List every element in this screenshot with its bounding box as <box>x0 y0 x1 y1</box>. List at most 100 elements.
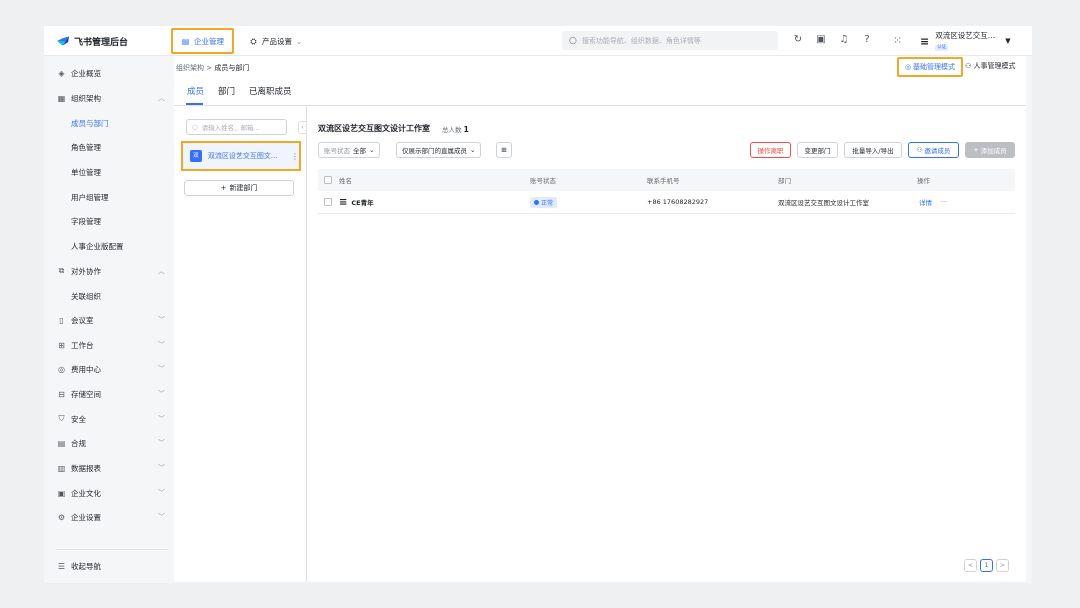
sidebar-item-units[interactable]: 单位管理 <box>71 165 101 179</box>
department-avatar: 双 <box>190 150 202 162</box>
door-icon: ▯ <box>59 315 64 325</box>
plus-icon: + <box>973 146 979 154</box>
breadcrumb-parent[interactable]: 组织架构 <box>176 64 204 72</box>
new-department-button[interactable]: + 新建部门 <box>184 180 294 196</box>
chevron-down-icon: ﹀ <box>158 341 165 349</box>
nav-enterprise-management[interactable]: ▤ 企业管理 <box>171 28 234 54</box>
department-search-input[interactable]: ○ 请输入姓名、邮箱... <box>186 119 287 135</box>
admin-window: 飞书管理后台 ▤ 企业管理 ⛭ 产品设置 ⌄ ○ 搜索功能导航、组织数据、角色详… <box>44 26 1032 583</box>
chevron-down-icon: ⌄ <box>296 36 303 46</box>
overview-icon: ◈ <box>58 68 65 78</box>
org-avatar-icon: ≡ <box>920 34 930 48</box>
department-tree-item-selected[interactable]: 双 双流区设艺交互图文... ⋮ <box>181 141 301 171</box>
header-actions: 操作 <box>917 177 930 185</box>
sidebar-item-external[interactable]: ⧉ 对外协作 ︿ <box>57 264 165 278</box>
global-search-input[interactable]: ○ 搜索功能导航、组织数据、角色详情等 <box>562 31 778 50</box>
prev-page-button[interactable]: < <box>964 559 977 572</box>
check-circle-icon <box>534 199 539 205</box>
add-member-button[interactable]: + 添加成员 <box>965 142 1015 158</box>
account-status-filter[interactable]: 账号状态 全部 ⌄ <box>318 142 381 158</box>
basic-mode-button[interactable]: ◎ 基础管理模式 <box>897 57 963 77</box>
tab-departments[interactable]: 部门 <box>218 85 235 97</box>
nav-product-settings[interactable]: ⛭ 产品设置 ⌄ <box>241 28 310 54</box>
sidebar-item-org-structure[interactable]: ▦ 组织架构 ︿ <box>57 91 165 105</box>
hr-mode-button[interactable]: ⚇ 人事管理模式 <box>965 61 1016 71</box>
select-all-checkbox[interactable] <box>324 169 332 191</box>
change-department-button[interactable]: 变更部门 <box>797 142 838 158</box>
doc-icon[interactable]: ▣ <box>815 34 827 46</box>
storage-icon: ⊟ <box>58 389 65 399</box>
compliance-icon: ▤ <box>57 438 66 448</box>
settings-cluster-icon: ⛭ <box>250 36 257 46</box>
sidebar-item-overview[interactable]: ◈ 企业概览 <box>57 66 165 80</box>
sidebar-item-members-departments[interactable]: 成员与部门 <box>71 116 109 130</box>
sidebar-item-hr-config[interactable]: 人事企业版配置 <box>71 239 124 253</box>
sidebar-item-meeting-rooms[interactable]: ▯ 会议室 ﹀ <box>57 313 165 327</box>
resign-button[interactable]: 操作离职 <box>750 142 791 158</box>
sidebar-divider <box>56 549 168 550</box>
chevron-down-icon: ﹀ <box>158 415 165 423</box>
table-row: ≡ CE青年 正常 +86 17608282927 双流区设艺交互图文设计工作室… <box>318 191 1015 214</box>
status-badge: 正常 <box>530 196 558 208</box>
sidebar-item-settings[interactable]: ⚙ 企业设置 ﹀ <box>57 510 165 524</box>
basic-mode-icon: ◎ <box>904 63 912 71</box>
header-department: 部门 <box>778 177 791 185</box>
page-button-1[interactable]: 1 <box>980 559 993 572</box>
tab-members[interactable]: 成员 <box>187 85 204 97</box>
next-page-button[interactable]: > <box>996 559 1009 572</box>
member-phone: +86 17608282927 <box>647 198 709 206</box>
org-badge: 认证 <box>935 45 949 51</box>
sidebar-item-user-groups[interactable]: 用户组管理 <box>71 190 109 204</box>
member-department: 双流区设艺交互图文设计工作室 <box>778 199 869 207</box>
member-name: ≡ CE青年 <box>339 196 374 208</box>
breadcrumb: 组织架构 > 成员与部门 <box>176 63 249 73</box>
building-icon: ▤ <box>181 36 190 46</box>
apps-grid-icon[interactable]: ⁙ <box>893 34 902 47</box>
sidebar-item-linked-orgs[interactable]: 关联组织 <box>71 289 101 303</box>
chevron-down-icon: ⌄ <box>369 146 375 154</box>
plus-icon: + <box>220 184 227 192</box>
org-switcher[interactable]: ≡ 双流区设艺交互… 认证 ▼ <box>920 31 1011 51</box>
chevron-down-icon: ﹀ <box>158 464 165 472</box>
sidebar-item-billing[interactable]: ◎ 费用中心 ﹀ <box>57 362 165 376</box>
more-actions-icon[interactable]: ··· <box>941 191 947 213</box>
sidebar-item-workplace[interactable]: ⊞ 工作台 ﹀ <box>57 338 165 352</box>
header-name: 姓名 <box>339 177 352 185</box>
export-icon[interactable]: ⊞ <box>496 142 512 158</box>
bell-icon[interactable]: ♫ <box>838 34 850 46</box>
tab-resigned-members[interactable]: 已离职成员 <box>249 85 292 97</box>
detail-link[interactable]: 详情 <box>919 191 932 213</box>
sidebar-item-culture[interactable]: ▣ 企业文化 ﹀ <box>57 486 165 500</box>
direct-members-filter[interactable]: 仅展示部门的直属成员 ⌄ <box>396 142 482 158</box>
help-icon[interactable]: ? <box>861 34 873 46</box>
active-tab-indicator <box>186 103 203 105</box>
chevron-down-icon: ﹀ <box>158 439 165 447</box>
total-count: 总人数 1 <box>442 125 469 134</box>
collapse-icon: ☰ <box>57 561 66 571</box>
chevron-up-icon: ︿ <box>158 267 165 275</box>
bar-chart-icon: ▥ <box>57 463 66 473</box>
chevron-down-icon: ﹀ <box>158 513 165 521</box>
brand-logo[interactable]: 飞书管理后台 <box>57 35 128 48</box>
shield-icon: ⛉ <box>58 414 65 423</box>
chevron-down-icon: ﹀ <box>158 365 165 373</box>
collab-icon: ⧉ <box>58 266 65 275</box>
collapse-panel-icon[interactable]: ‹ <box>298 121 307 134</box>
org-icon: ▦ <box>57 93 66 103</box>
invite-member-button[interactable]: ⚇ 邀请成员 <box>908 142 959 158</box>
sidebar-item-storage[interactable]: ⊟ 存储空间 ﹀ <box>57 387 165 401</box>
sidebar-item-fields[interactable]: 字段管理 <box>71 214 101 228</box>
member-avatar-icon: ≡ <box>339 196 348 208</box>
collapse-nav-button[interactable]: ☰ 收起导航 <box>57 559 165 573</box>
sidebar-item-reports[interactable]: ▥ 数据报表 ﹀ <box>57 461 165 475</box>
refresh-icon[interactable]: ↻ <box>792 34 804 46</box>
sidebar-item-roles[interactable]: 角色管理 <box>71 140 101 154</box>
pagination: < 1 > <box>964 559 1009 572</box>
batch-import-export-button[interactable]: 批量导入/导出 <box>844 142 902 158</box>
row-checkbox[interactable] <box>324 191 332 213</box>
sidebar-item-compliance[interactable]: ▤ 合规 ﹀ <box>57 436 165 450</box>
sidebar-item-security[interactable]: ⛉ 安全 ﹀ <box>57 412 166 426</box>
top-bar: 飞书管理后台 ▤ 企业管理 ⛭ 产品设置 ⌄ ○ 搜索功能导航、组织数据、角色详… <box>44 26 1032 56</box>
breadcrumb-separator: > <box>206 64 213 72</box>
more-vertical-icon[interactable]: ⋮ <box>291 152 299 161</box>
